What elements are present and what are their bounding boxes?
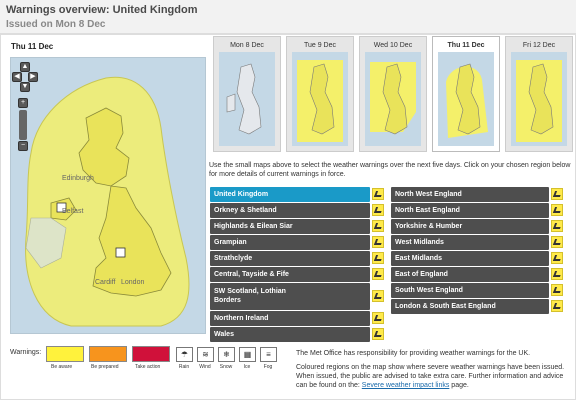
- issued-date: Issued on Mon 8 Dec: [6, 19, 106, 30]
- legend-caption: Fog: [263, 364, 273, 370]
- pan-up-button[interactable]: ▲: [20, 62, 30, 72]
- warning-icon: [551, 204, 563, 216]
- page-header: Warnings overview: United Kingdom Issued…: [0, 0, 576, 34]
- city-label-belfast: Belfast: [62, 208, 84, 215]
- day-tab-label: Fri 12 Dec: [522, 42, 556, 49]
- day-tab-wed[interactable]: Wed 10 Dec: [359, 36, 427, 152]
- region-sw-scotland-lothian-borders[interactable]: SW Scotland, Lothian Borders: [210, 283, 370, 310]
- region-highlands-eilean-siar[interactable]: Highlands & Eilean Siar: [210, 219, 370, 234]
- region-strathclyde[interactable]: Strathclyde: [210, 251, 370, 266]
- map-day-label: Thu 11 Dec: [11, 42, 54, 51]
- legend-caption: Rain: [178, 364, 190, 370]
- warning-icon: [372, 236, 384, 248]
- zoom-slider[interactable]: [19, 110, 27, 140]
- region-wales[interactable]: Wales: [210, 327, 370, 342]
- link-suffix-text: page.: [451, 382, 469, 389]
- legend-caption: Wind: [199, 364, 211, 370]
- warning-icon: [551, 268, 563, 280]
- explanation-paragraph: Coloured regions on the map show where s…: [296, 363, 568, 390]
- legend-swatch-take-action: [132, 346, 170, 362]
- region-united-kingdom[interactable]: United Kingdom: [210, 187, 370, 202]
- region-label-line2: Borders: [214, 297, 241, 304]
- warning-icon: [372, 188, 384, 200]
- warning-icon: [551, 220, 563, 232]
- day-tab-mon[interactable]: Mon 8 Dec: [213, 36, 281, 152]
- region-north-west-england[interactable]: North West England: [391, 187, 549, 202]
- mini-map-icon: [365, 52, 421, 146]
- mini-map-icon: [438, 52, 494, 146]
- legend-swatch-be-aware: [46, 346, 84, 362]
- rain-icon: ☂: [176, 347, 193, 362]
- zoom-out-button[interactable]: −: [18, 141, 28, 151]
- warning-icon: [372, 328, 384, 340]
- warning-icon: [551, 236, 563, 248]
- severe-weather-impact-link[interactable]: Severe weather impact links: [362, 382, 450, 389]
- day-tab-label: Wed 10 Dec: [373, 42, 413, 49]
- warning-icon: [372, 220, 384, 232]
- region-grampian[interactable]: Grampian: [210, 235, 370, 250]
- warning-icon: [551, 300, 563, 312]
- main-map[interactable]: [10, 57, 206, 334]
- warning-icon: [372, 290, 384, 302]
- instructions-text: Use the small maps above to select the w…: [209, 162, 571, 178]
- region-london-south-east-england[interactable]: London & South East England: [391, 299, 549, 314]
- city-label-cardiff: Cardiff: [95, 279, 116, 286]
- zoom-in-button[interactable]: +: [18, 98, 28, 108]
- legend-caption: Snow: [219, 364, 233, 370]
- region-north-east-england[interactable]: North East England: [391, 203, 549, 218]
- day-tab-fri[interactable]: Fri 12 Dec: [505, 36, 573, 152]
- warning-icon: [372, 268, 384, 280]
- legend-caption: Be prepared: [91, 364, 119, 370]
- city-label-edinburgh: Edinburgh: [62, 175, 94, 182]
- legend-caption: Take action: [135, 364, 161, 370]
- mini-map-icon: [219, 52, 275, 146]
- region-south-west-england[interactable]: South West England: [391, 283, 549, 298]
- warning-icon: [551, 252, 563, 264]
- fog-icon: ≡: [260, 347, 277, 362]
- day-tab-label: Tue 9 Dec: [303, 42, 337, 49]
- warning-icon: [372, 204, 384, 216]
- mini-map-icon: [292, 52, 348, 146]
- day-tab-tue[interactable]: Tue 9 Dec: [286, 36, 354, 152]
- pan-down-button[interactable]: ▼: [20, 82, 30, 92]
- region-east-of-england[interactable]: East of England: [391, 267, 549, 282]
- uk-map-graphic: [25, 76, 190, 327]
- mini-map-icon: [511, 52, 567, 146]
- region-orkney-shetland[interactable]: Orkney & Shetland: [210, 203, 370, 218]
- wind-icon: ≋: [197, 347, 214, 362]
- pan-left-button[interactable]: ◀: [12, 72, 22, 82]
- page-title: Warnings overview: United Kingdom: [6, 4, 198, 16]
- warning-icon: [551, 188, 563, 200]
- region-northern-ireland[interactable]: Northern Ireland: [210, 311, 370, 326]
- day-tab-label: Thu 11 Dec: [447, 42, 485, 49]
- region-label-line1: SW Scotland, Lothian: [214, 288, 286, 295]
- region-east-midlands[interactable]: East Midlands: [391, 251, 549, 266]
- snow-icon: ❄: [218, 347, 235, 362]
- region-west-midlands[interactable]: West Midlands: [391, 235, 549, 250]
- day-tab-label: Mon 8 Dec: [230, 42, 264, 49]
- warning-icon: [372, 312, 384, 324]
- legend-label: Warnings:: [10, 349, 42, 356]
- responsibility-text: The Met Office has responsibility for pr…: [296, 350, 531, 357]
- warning-icon: [551, 284, 563, 296]
- legend-caption: Ice: [243, 364, 251, 370]
- pan-right-button[interactable]: ▶: [28, 72, 38, 82]
- ice-icon: ▦: [239, 347, 256, 362]
- day-tab-thu[interactable]: Thu 11 Dec: [432, 36, 500, 152]
- warning-icon: [372, 252, 384, 264]
- region-central-tayside-fife[interactable]: Central, Tayside & Fife: [210, 267, 370, 282]
- region-yorkshire-humber[interactable]: Yorkshire & Humber: [391, 219, 549, 234]
- legend-caption: Be aware: [51, 364, 73, 370]
- legend-swatch-be-prepared: [89, 346, 127, 362]
- city-label-london: London: [121, 279, 145, 286]
